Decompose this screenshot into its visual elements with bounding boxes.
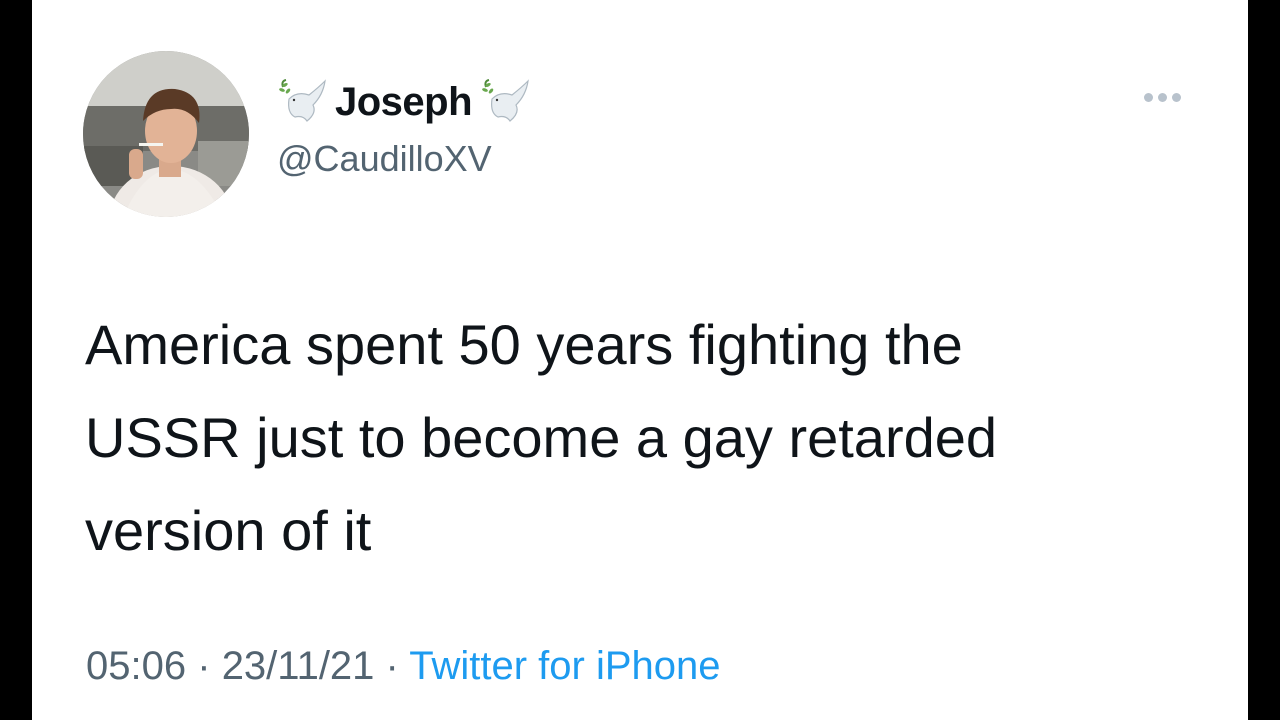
more-options-icon[interactable] <box>1144 93 1181 102</box>
profile-photo-image <box>83 51 249 217</box>
tweet-date[interactable]: 23/11/21 <box>222 644 375 688</box>
dove-icon <box>277 77 327 127</box>
tweet-meta: 05:06 · 23/11/21 · Twitter for iPhone <box>86 644 721 689</box>
meta-separator: · <box>385 644 399 688</box>
tweet-source-link[interactable]: Twitter for iPhone <box>409 644 720 688</box>
more-dot <box>1158 93 1167 102</box>
display-name[interactable]: Joseph <box>335 80 473 125</box>
tweet-text: America spent 50 years fighting the USSR… <box>85 298 1215 577</box>
user-handle[interactable]: @CaudilloXV <box>277 138 492 180</box>
tweet-text-line: America spent 50 years fighting the <box>85 313 963 376</box>
tweet-text-line: version of it <box>85 499 372 562</box>
avatar[interactable] <box>83 51 249 217</box>
tweet-time[interactable]: 05:06 <box>86 644 186 688</box>
more-dot <box>1144 93 1153 102</box>
tweet-text-line: USSR just to become a gay retarded <box>85 406 998 469</box>
author-name-row: Joseph <box>277 72 530 132</box>
dove-icon <box>480 77 530 127</box>
tweet-card: Joseph @CaudilloXV America spent 50 year… <box>32 0 1248 720</box>
more-dot <box>1172 93 1181 102</box>
meta-separator: · <box>197 644 211 688</box>
